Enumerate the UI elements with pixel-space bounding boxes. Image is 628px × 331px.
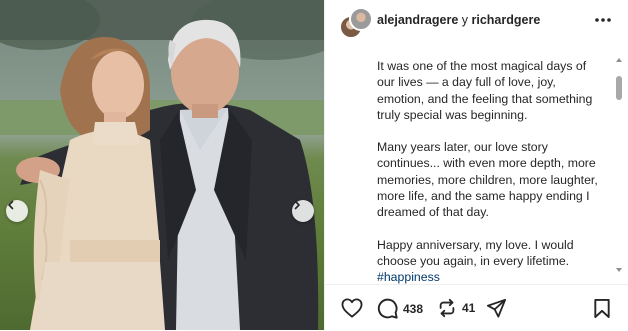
hashtag-link[interactable]: #happiness	[377, 270, 440, 284]
caption-paragraph: Happy anniversary, my love. I would choo…	[377, 237, 603, 286]
photo-illustration	[0, 0, 324, 330]
author-username[interactable]: richardgere	[472, 13, 541, 27]
bookmark-icon	[594, 298, 610, 319]
scroll-down-arrow[interactable]	[616, 268, 622, 272]
repost-count: 41	[462, 301, 476, 315]
comment-count: 438	[403, 301, 424, 316]
author-connector: y	[458, 13, 472, 27]
heart-icon	[341, 298, 363, 318]
author-avatars[interactable]	[339, 7, 373, 39]
more-options-button[interactable]	[593, 10, 613, 30]
scrollbar-thumb[interactable]	[616, 76, 622, 100]
repost-icon	[439, 298, 455, 318]
share-icon	[486, 298, 507, 318]
save-button[interactable]	[593, 298, 611, 319]
previous-photo-button[interactable]	[6, 200, 28, 222]
post-authors[interactable]: alejandragere y richardgere	[377, 13, 540, 27]
caption-text: Happy anniversary, my love. I would choo…	[377, 237, 574, 268]
post-actions-bar: 438 41	[325, 284, 628, 331]
post-header: alejandragere y richardgere	[325, 0, 628, 42]
post-photo[interactable]	[0, 0, 324, 330]
caption-paragraph: It was one of the most magical days of o…	[377, 59, 593, 122]
instagram-post: alejandragere y richardgere It was one o…	[0, 0, 628, 330]
author-username[interactable]: alejandragere	[377, 13, 458, 27]
avatar[interactable]	[349, 7, 373, 31]
post-side-panel: alejandragere y richardgere It was one o…	[324, 0, 628, 330]
caption-scrollbar[interactable]	[616, 58, 622, 278]
post-caption: It was one of the most magical days of o…	[377, 58, 603, 286]
repost-button[interactable]: 41	[437, 298, 475, 318]
comment-icon	[377, 298, 398, 319]
comment-button[interactable]: 438	[377, 298, 423, 319]
chevron-left-icon	[8, 200, 14, 210]
caption-paragraph: Many years later, our love story continu…	[377, 140, 598, 220]
next-photo-button[interactable]	[292, 200, 314, 222]
share-button[interactable]	[486, 298, 507, 318]
like-button[interactable]	[341, 298, 363, 318]
scroll-up-arrow[interactable]	[616, 58, 622, 62]
more-options-icon	[595, 18, 611, 22]
chevron-right-icon	[294, 200, 300, 210]
